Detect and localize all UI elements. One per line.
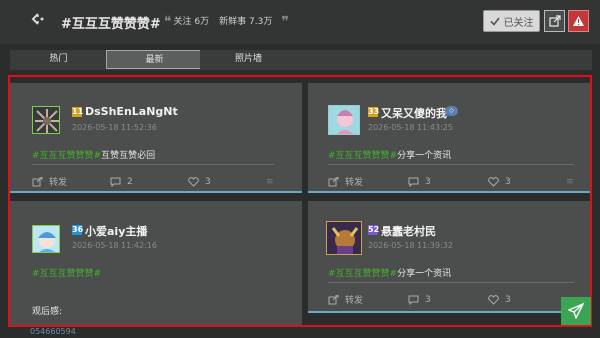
follow-button[interactable]: 已关注 — [483, 10, 540, 32]
forward-button[interactable]: 转发 — [32, 175, 110, 188]
post-text: 分享一个资讯 — [397, 269, 452, 279]
forward-label: 转发 — [49, 178, 68, 188]
share-icon — [548, 15, 561, 27]
comment-count: 3 — [425, 294, 431, 305]
post-content: #互互互赞赞赞#分享一个资讯 — [328, 266, 451, 279]
check-icon — [489, 17, 500, 26]
like-button[interactable]: 3 — [188, 175, 266, 188]
avatar[interactable] — [32, 106, 60, 134]
warning-icon — [573, 16, 584, 26]
post-card[interactable]: 52 悬蠢老村民 2026-05-18 11:39:32 #互互互赞赞赞#分享一… — [308, 201, 590, 313]
post-time: 2026-05-18 11:39:32 — [368, 241, 453, 250]
forward-icon — [328, 176, 339, 186]
next-post-peek: 054660594 — [30, 327, 76, 336]
feed-area: 11 DsShEnLaNgNt 2026-05-18 11:52:36 #互互互… — [8, 75, 592, 327]
level-badge: 36 — [72, 225, 84, 235]
post-content: #互互互赞赞赞# — [32, 266, 101, 279]
comment-count: 3 — [425, 176, 431, 187]
like-button[interactable]: 3 — [488, 175, 566, 188]
like-count: 3 — [505, 176, 511, 187]
more-menu-icon[interactable]: ≡ — [266, 175, 286, 188]
username[interactable]: 小爱aiy主播 — [85, 223, 147, 239]
forward-label: 转发 — [345, 296, 364, 306]
comment-button[interactable]: 3 — [408, 175, 488, 188]
post-actions: 转发 3 3 ≡ — [328, 175, 588, 188]
heart-icon — [488, 294, 499, 305]
topic-tag[interactable]: #互互互赞赞赞# — [328, 269, 397, 279]
topic-tag[interactable]: #互互互赞赞赞# — [32, 269, 101, 279]
tab-latest[interactable]: 最新 — [106, 50, 203, 69]
avatar[interactable] — [32, 225, 60, 253]
comment-count: 2 — [127, 176, 133, 187]
level-badge: 11 — [72, 107, 84, 117]
post-card[interactable]: 36 小爱aiy主播 2026-05-18 11:42:16 #互互互赞赞赞# … — [10, 201, 302, 325]
report-button[interactable] — [568, 10, 589, 32]
post-extra-text: 观后感: — [32, 307, 63, 317]
comment-button[interactable]: 3 — [408, 293, 488, 306]
share-button[interactable] — [544, 10, 565, 32]
avatar[interactable] — [326, 221, 362, 255]
followers-count: 关注 6万 — [173, 17, 210, 27]
topic-tag[interactable]: #互互互赞赞赞# — [32, 151, 101, 161]
fresh-count: 新鲜事 7.3万 — [219, 17, 273, 27]
back-icon[interactable] — [30, 12, 46, 26]
level-badge: 33 — [368, 107, 380, 117]
card-bottom-bar — [10, 191, 302, 193]
top-bar: #互互互赞赞赞# ❝ 关注 6万 新鲜事 7.3万 ❞ 已关注 — [0, 0, 600, 44]
tab-photo-wall[interactable]: 照片墙 — [200, 50, 297, 69]
send-icon — [568, 303, 584, 319]
post-time: 2026-05-18 11:42:16 — [72, 241, 157, 250]
username[interactable]: 又呆又傻的我 — [381, 105, 447, 121]
forward-label: 转发 — [345, 178, 364, 188]
avatar[interactable] — [328, 105, 360, 135]
forward-button[interactable]: 转发 — [328, 175, 408, 188]
comment-button[interactable]: 2 — [110, 175, 188, 188]
post-actions: 转发 3 3 — [328, 293, 588, 306]
like-count: 3 — [205, 176, 211, 187]
like-button[interactable]: 3 — [488, 293, 566, 306]
forward-button[interactable]: 转发 — [328, 293, 408, 306]
post-card[interactable]: 33 又呆又傻的我 ◇ 2026-05-18 11:43:25 #互互互赞赞赞#… — [308, 83, 590, 193]
compose-button[interactable] — [561, 297, 591, 325]
post-content: #互互互赞赞赞#互赞互赞必回 — [32, 148, 155, 161]
page-title: #互互互赞赞赞# — [61, 17, 161, 32]
quote-icon: ❝ — [164, 14, 172, 30]
post-text: 分享一个资讯 — [397, 151, 452, 161]
topic-tag[interactable]: #互互互赞赞赞# — [328, 151, 397, 161]
post-actions: 转发 2 3 ≡ — [32, 175, 292, 188]
card-bottom-bar — [308, 191, 590, 193]
heart-icon — [488, 176, 499, 187]
post-card[interactable]: 11 DsShEnLaNgNt 2026-05-18 11:52:36 #互互互… — [10, 83, 302, 193]
divider — [32, 164, 274, 165]
comment-icon — [110, 177, 121, 187]
card-bottom-bar — [308, 311, 590, 313]
level-badge: 52 — [368, 225, 380, 235]
topic-stats: ❝ 关注 6万 新鲜事 7.3万 ❞ — [164, 14, 291, 30]
vip-badge-icon: ◇ — [445, 106, 458, 116]
quote-icon: ❞ — [281, 14, 289, 30]
divider — [328, 282, 574, 283]
forward-icon — [328, 294, 339, 304]
forward-icon — [32, 176, 43, 186]
comment-icon — [408, 295, 419, 305]
divider — [328, 164, 574, 165]
more-menu-icon[interactable]: ≡ — [566, 175, 586, 188]
username[interactable]: 悬蠢老村民 — [381, 223, 436, 239]
post-content: #互互互赞赞赞#分享一个资讯 — [328, 148, 451, 161]
post-time: 2026-05-18 11:43:25 — [368, 123, 453, 132]
post-time: 2026-05-18 11:52:36 — [72, 123, 157, 132]
comment-icon — [408, 177, 419, 187]
like-count: 3 — [505, 294, 511, 305]
username[interactable]: DsShEnLaNgNt — [85, 105, 178, 118]
heart-icon — [188, 176, 199, 187]
follow-label: 已关注 — [503, 17, 534, 29]
post-text: 互赞互赞必回 — [101, 151, 156, 161]
tab-hot[interactable]: 热门 — [10, 50, 107, 69]
